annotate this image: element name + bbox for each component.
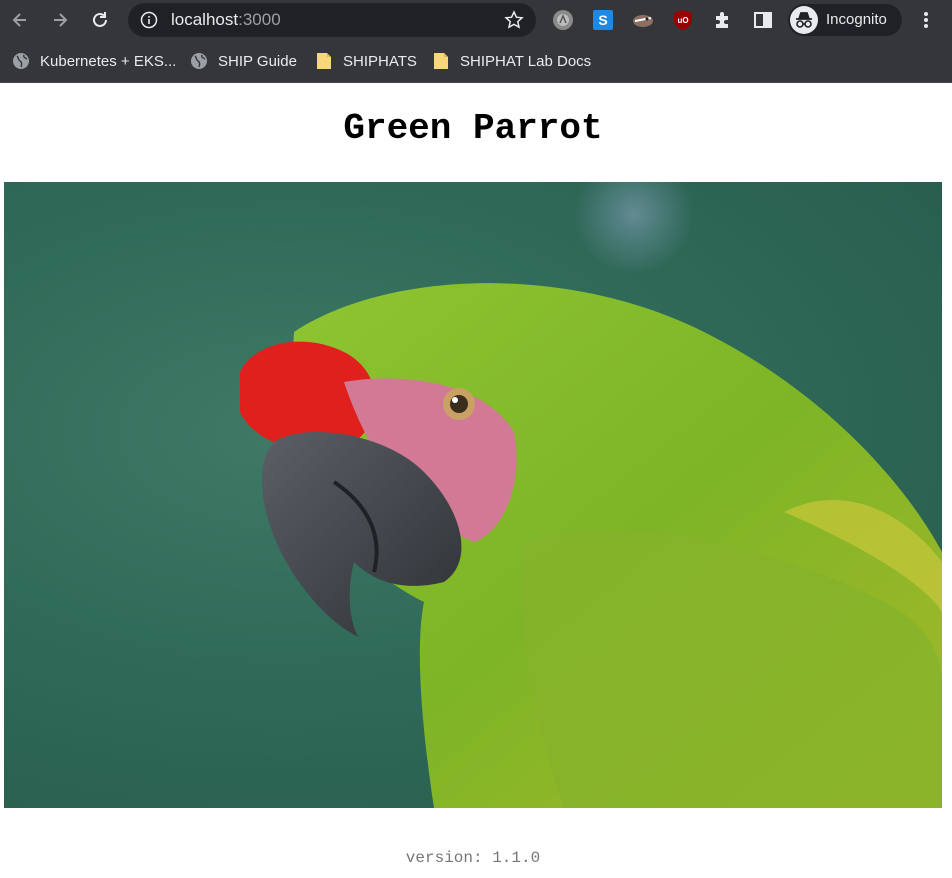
bookmark-shiphats[interactable]: SHIPHATS <box>315 49 417 73</box>
bookmark-label: SHIPHAT Lab Docs <box>460 52 592 70</box>
browser-toolbar: localhost:3000 S uO Incognito <box>0 0 952 40</box>
bookmark-label: SHIPHATS <box>343 52 417 70</box>
bookmarks-bar: Kubernetes + EKS... SHIP Guide SHIPHATS … <box>0 40 952 83</box>
profile-incognito-button[interactable]: Incognito <box>788 4 902 36</box>
green-parrot-photo <box>4 182 942 808</box>
reload-button[interactable] <box>86 6 114 34</box>
extension-badger-icon[interactable] <box>631 8 655 32</box>
parrot-illustration <box>240 182 942 808</box>
ublock-icon[interactable]: uO <box>671 8 695 32</box>
extension-s-icon[interactable]: S <box>591 8 615 32</box>
version-text: version: 1.1.0 <box>405 849 541 867</box>
bookmark-star-icon[interactable] <box>504 10 524 34</box>
browser-menu-icon[interactable] <box>914 8 938 32</box>
profile-label: Incognito <box>826 11 887 28</box>
url-port: :3000 <box>238 10 281 29</box>
bookmark-kubernetes[interactable]: Kubernetes + EKS... <box>12 49 176 73</box>
reload-icon <box>93 12 107 27</box>
back-button[interactable] <box>6 6 34 34</box>
back-arrow-icon <box>12 13 26 27</box>
bookmark-ship-guide[interactable]: SHIP Guide <box>190 49 297 73</box>
forward-arrow-icon <box>54 13 68 27</box>
address-bar[interactable]: localhost:3000 <box>128 3 536 37</box>
url-host: localhost <box>171 10 239 29</box>
forward-button[interactable] <box>46 6 74 34</box>
puzzle-icon[interactable] <box>711 8 735 32</box>
document-icon <box>315 52 333 70</box>
svg-text:uO: uO <box>677 16 688 25</box>
page-title: Green Parrot <box>343 108 603 149</box>
document-icon <box>432 52 450 70</box>
incognito-icon <box>790 6 818 34</box>
bookmark-label: Kubernetes + EKS... <box>40 52 177 70</box>
globe-icon <box>190 52 208 70</box>
extension-a-icon[interactable] <box>551 8 575 32</box>
site-info-icon[interactable] <box>140 11 158 33</box>
url-text[interactable]: localhost:3000 <box>171 10 281 30</box>
side-panel-icon[interactable] <box>751 8 775 32</box>
globe-icon <box>12 52 30 70</box>
bookmark-label: SHIP Guide <box>218 52 297 70</box>
bookmark-shiphat-lab-docs[interactable]: SHIPHAT Lab Docs <box>432 49 591 73</box>
svg-text:S: S <box>598 12 607 28</box>
